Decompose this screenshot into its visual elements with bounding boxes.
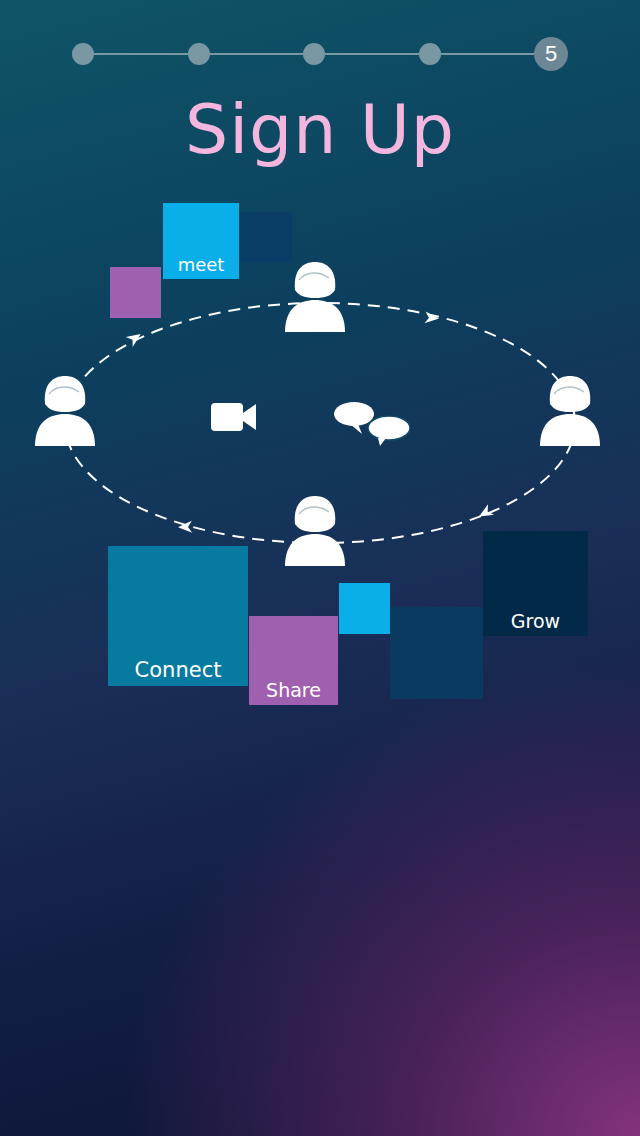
- tile: Grow: [483, 531, 588, 636]
- step-line: [210, 53, 304, 55]
- person-bottom-icon: [285, 496, 345, 566]
- step-line: [94, 53, 188, 55]
- stepper: 5: [72, 37, 568, 71]
- tile: [339, 583, 390, 634]
- sign-up-screen: 5 Sign Up meet ConnectShare Grow: [0, 0, 640, 1136]
- tile: Share: [249, 616, 338, 705]
- arrow-icon: [476, 504, 494, 521]
- arrow-icon: [425, 311, 440, 324]
- person-left-icon: [35, 376, 95, 446]
- tile: [390, 607, 483, 699]
- tile: [240, 212, 292, 262]
- title: Sign Up: [185, 87, 455, 173]
- tile: meet: [163, 203, 239, 279]
- step-dot[interactable]: 5: [534, 37, 568, 71]
- cycle-path: [65, 303, 575, 543]
- tile: Connect: [108, 546, 248, 686]
- arrow-icon: [178, 521, 192, 533]
- person-right-icon: [540, 376, 600, 446]
- chat-icon: [334, 402, 410, 446]
- step-line: [325, 53, 419, 55]
- step-dot[interactable]: [419, 43, 441, 65]
- step-line: [441, 53, 535, 55]
- person-top-icon: [285, 262, 345, 332]
- tile: [110, 267, 161, 318]
- arrow-icon: [126, 329, 144, 347]
- video-icon: [211, 403, 256, 431]
- step-dot[interactable]: [303, 43, 325, 65]
- step-dot[interactable]: [72, 43, 94, 65]
- header: 5 Sign Up: [0, 0, 640, 190]
- diagram: meet ConnectShare Grow: [0, 190, 640, 720]
- step-dot[interactable]: [188, 43, 210, 65]
